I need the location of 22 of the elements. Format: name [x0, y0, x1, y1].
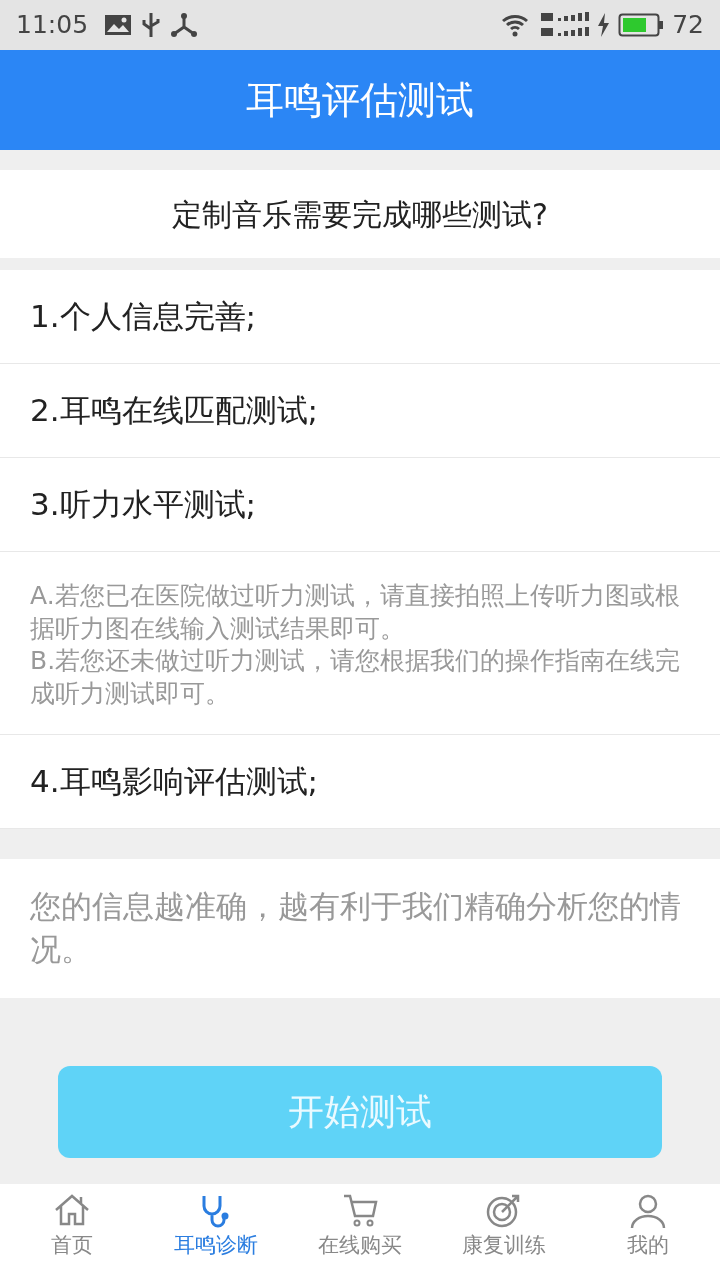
- step-item: 2.耳鸣在线匹配测试;: [30, 391, 319, 431]
- battery-percent: 72: [672, 9, 704, 42]
- step-item: 3.听力水平测试;: [30, 485, 257, 525]
- tab-item[interactable]: 耳鸣诊断: [144, 1184, 288, 1280]
- section-question: 定制音乐需要完成哪些测试?: [172, 195, 548, 234]
- charging-icon: [596, 12, 611, 38]
- user-icon: [628, 1192, 668, 1230]
- status-time: 11:05: [16, 9, 89, 42]
- step-item: 1.个人信息完善;: [30, 297, 257, 337]
- page-title: 耳鸣评估测试: [246, 76, 474, 124]
- info-text: 您的信息越准确，越有利于我们精确分析您的情况。: [30, 888, 681, 968]
- tab-item[interactable]: 康复训练: [432, 1184, 576, 1280]
- note-text: A.若您已在医院做过听力测试，请直接拍照上传听力图或根据听力图在线输入测试结果即可。: [30, 580, 681, 645]
- tab-item[interactable]: 首页: [0, 1184, 144, 1280]
- share-icon: [170, 12, 199, 38]
- battery-icon: [618, 13, 665, 37]
- tab-item[interactable]: 我的: [576, 1184, 720, 1280]
- image-icon: [104, 14, 133, 36]
- note-text: B.若您还未做过听力测试，请您根据我们的操作指南在线完成听力测试即可。: [30, 645, 682, 710]
- step-item: 4.耳鸣影响评估测试;: [30, 762, 319, 802]
- tab-item[interactable]: 在线购买: [288, 1184, 432, 1280]
- usb-icon: [140, 11, 163, 39]
